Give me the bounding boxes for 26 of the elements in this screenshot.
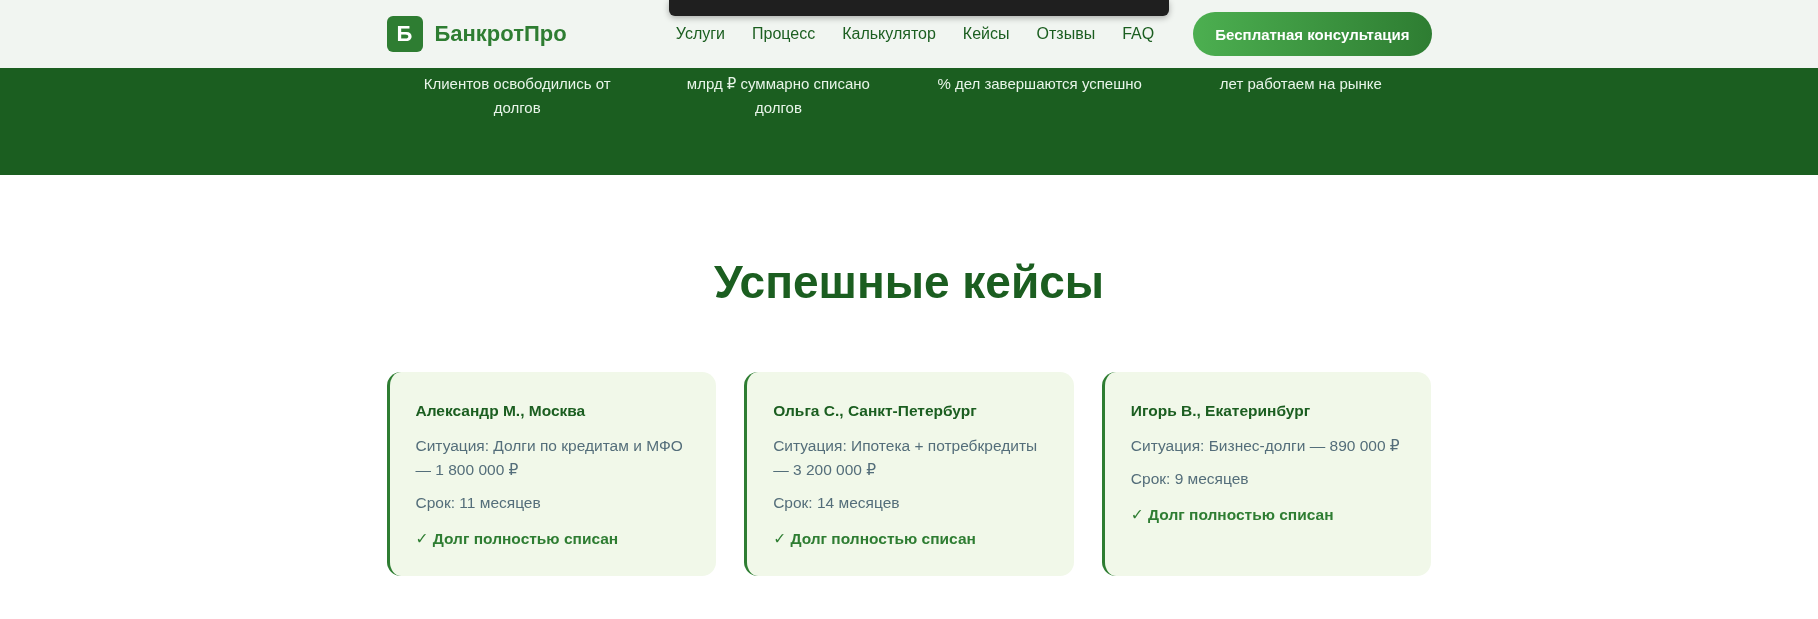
stat-caption: млрд ₽ суммарно списано долгов (685, 74, 871, 118)
case-result: ✓ Долг полностью списан (773, 529, 976, 548)
consultation-button[interactable]: Бесплатная консультация (1193, 12, 1432, 56)
nav-link[interactable]: Кейсы (962, 25, 1010, 43)
case-result: ✓ Долг полностью списан (415, 529, 619, 548)
case-situation: Ситуация: Ипотека + потребкредиты — 3 200 000 ₽ (773, 435, 1039, 480)
nav-link[interactable]: FAQ (1122, 25, 1155, 43)
client-name: Александр М., Москва (415, 401, 586, 420)
case-result: ✓ Долг полностью списан (1130, 505, 1334, 524)
nav-link[interactable]: Отзывы (1036, 25, 1096, 43)
case-term: Срок: 11 месяцев (415, 492, 541, 513)
case-situation: Ситуация: Бизнес-долги — 890 000 ₽ (1130, 435, 1400, 456)
client-name: Игорь В., Екатеринбург (1130, 401, 1311, 420)
nav-link[interactable]: Калькулятор (842, 25, 936, 43)
stat-caption: лет работаем на рынке (1219, 74, 1382, 94)
stat-caption: % дел завершаются успешно (937, 74, 1142, 94)
section-title: Успешные кейсы (713, 257, 1105, 308)
brand-name[interactable]: БанкротПро (434, 21, 567, 47)
case-term: Срок: 9 месяцев (1130, 468, 1249, 489)
client-name: Ольга С., Санкт-Петербург (773, 401, 977, 420)
case-situation: Ситуация: Долги по кредитам и МФО — 1 800 000 ₽ (415, 435, 684, 480)
logo-icon[interactable]: Б (386, 16, 423, 52)
case-term: Срок: 14 месяцев (773, 492, 900, 513)
nav-link[interactable]: Услуги (675, 25, 725, 43)
stat-caption: Клиентов освободились от долгов (422, 74, 612, 118)
nav-link[interactable]: Процесс (752, 25, 816, 43)
